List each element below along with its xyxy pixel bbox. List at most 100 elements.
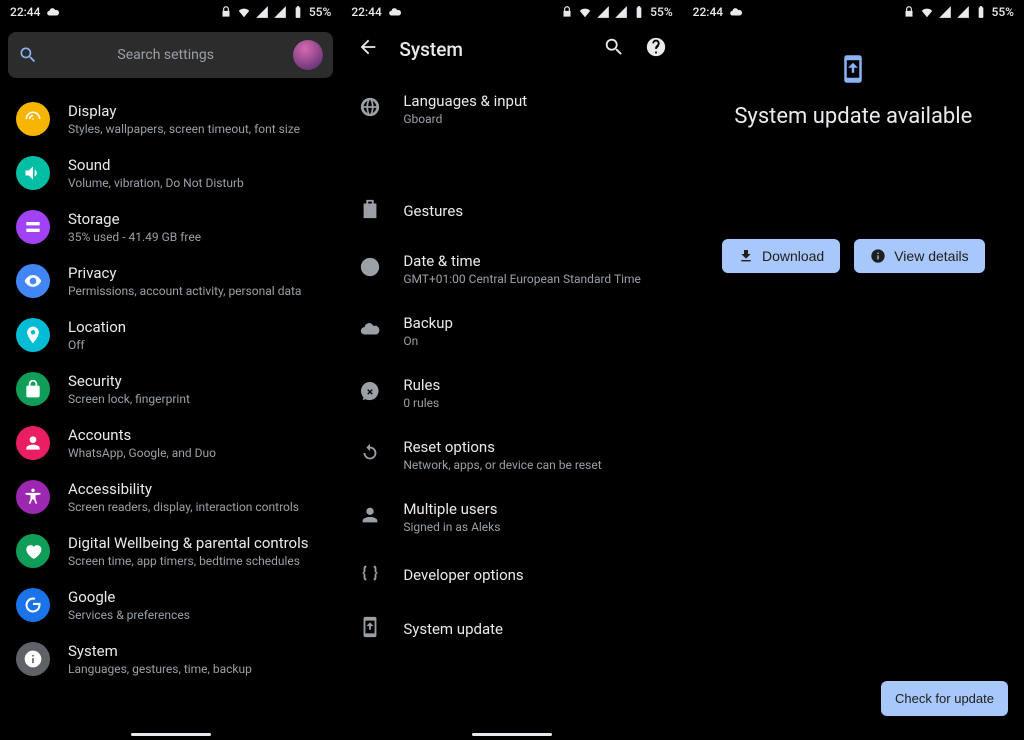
rules-icon xyxy=(359,380,381,406)
system-item-clock[interactable]: Date & time GMT+01:00 Central European St… xyxy=(341,238,682,300)
settings-item-subtitle: WhatsApp, Google, and Duo xyxy=(68,446,325,460)
status-time: 22:44 xyxy=(351,5,381,19)
settings-item-texts: Security Screen lock, fingerprint xyxy=(68,372,325,406)
appbar: System xyxy=(341,24,682,74)
settings-item-sound[interactable]: SoundVolume, vibration, Do Not Disturb xyxy=(0,146,341,200)
settings-item-location[interactable]: LocationOff xyxy=(0,308,341,362)
system-item-subtitle: Network, apps, or device can be reset xyxy=(403,458,601,472)
system-item-gestures[interactable]: Gestures xyxy=(341,184,682,238)
settings-item-accessibility[interactable]: AccessibilityScreen readers, display, in… xyxy=(0,470,341,524)
sound-icon xyxy=(16,156,50,190)
system-item-subtitle: On xyxy=(403,334,453,348)
settings-item-texts: LocationOff xyxy=(68,318,325,352)
cloud-icon xyxy=(729,5,743,19)
settings-item-title: Security xyxy=(68,372,325,390)
status-battery: 55% xyxy=(309,5,331,19)
system-item-title: Languages & input xyxy=(403,92,527,110)
settings-item-subtitle: Screen readers, display, interaction con… xyxy=(68,500,325,514)
signal-icon xyxy=(255,5,269,19)
system-settings-pane: 22:44 55% System Languages & input Gboard… xyxy=(341,0,682,740)
download-label: Download xyxy=(762,248,824,264)
system-item-subtitle: 0 rules xyxy=(403,396,440,410)
system-item-braces[interactable]: Developer options xyxy=(341,548,682,602)
system-item-subtitle: Gboard xyxy=(403,112,527,126)
status-battery: 55% xyxy=(650,5,672,19)
system-update-icon xyxy=(838,54,868,88)
vpn-icon xyxy=(219,5,233,19)
settings-item-texts: Accounts WhatsApp, Google, and Duo xyxy=(68,426,325,460)
system-item-subtitle: GMT+01:00 Central European Standard Time xyxy=(403,272,641,286)
system-item-texts: Date & time GMT+01:00 Central European St… xyxy=(403,252,641,286)
settings-list: DisplayStyles, wallpapers, screen timeou… xyxy=(0,86,341,692)
nav-pill[interactable] xyxy=(472,733,552,736)
settings-item-subtitle: Styles, wallpapers, screen timeout, font… xyxy=(68,122,325,136)
system-item-title: Backup xyxy=(403,314,453,332)
search-button[interactable] xyxy=(603,36,625,62)
system-item-update[interactable]: System update xyxy=(341,602,682,656)
info-icon xyxy=(870,248,886,264)
system-list: Languages & input Gboard Gestures Date & ti… xyxy=(341,74,682,660)
clock-icon xyxy=(359,256,381,282)
security-icon xyxy=(16,372,50,406)
system-item-title: Multiple users xyxy=(403,500,500,518)
search-icon xyxy=(603,36,625,58)
system-icon xyxy=(16,642,50,676)
system-item-user[interactable]: Multiple usersSigned in as Aleks xyxy=(341,486,682,548)
system-item-rules[interactable]: Rules0 rules xyxy=(341,362,682,424)
settings-item-texts: Storage 35% used - 41.49 GB free xyxy=(68,210,325,244)
cloud-icon xyxy=(359,318,381,344)
settings-item-title: Google xyxy=(68,588,325,606)
signal-icon xyxy=(956,5,970,19)
signal-icon xyxy=(938,5,952,19)
settings-item-texts: PrivacyPermissions, account activity, pe… xyxy=(68,264,325,298)
view-details-label: View details xyxy=(894,248,968,264)
check-for-update-button[interactable]: Check for update xyxy=(881,681,1008,716)
settings-item-display[interactable]: DisplayStyles, wallpapers, screen timeou… xyxy=(0,92,341,146)
settings-item-texts: DisplayStyles, wallpapers, screen timeou… xyxy=(68,102,325,136)
vpn-icon xyxy=(902,5,916,19)
settings-item-title: Location xyxy=(68,318,325,336)
search-settings-input[interactable]: Search settings xyxy=(8,32,333,78)
system-item-texts: Multiple usersSigned in as Aleks xyxy=(403,500,500,534)
settings-item-texts: AccessibilityScreen readers, display, in… xyxy=(68,480,325,514)
settings-item-google[interactable]: Google Services & preferences xyxy=(0,578,341,632)
arrow-back-icon xyxy=(357,36,379,58)
battery-icon xyxy=(974,5,988,19)
settings-item-storage[interactable]: Storage 35% used - 41.49 GB free xyxy=(0,200,341,254)
settings-item-subtitle: Services & preferences xyxy=(68,608,325,622)
system-item-language[interactable]: Languages & input Gboard xyxy=(341,78,682,140)
system-item-title: Date & time xyxy=(403,252,641,270)
settings-item-wellbeing[interactable]: Digital Wellbeing & parental controlsScr… xyxy=(0,524,341,578)
settings-item-security[interactable]: Security Screen lock, fingerprint xyxy=(0,362,341,416)
settings-item-texts: SoundVolume, vibration, Do Not Disturb xyxy=(68,156,325,190)
location-icon xyxy=(16,318,50,352)
system-item-reset[interactable]: Reset options Network, apps, or device ca… xyxy=(341,424,682,486)
system-update-pane: 22:44 55% System update available Downlo… xyxy=(683,0,1024,740)
settings-item-system[interactable]: SystemLanguages, gestures, time, backup xyxy=(0,632,341,686)
battery-icon xyxy=(632,5,646,19)
status-battery: 55% xyxy=(992,5,1014,19)
view-details-button[interactable]: View details xyxy=(854,239,984,273)
reset-icon xyxy=(359,442,381,468)
system-item-cloud[interactable]: Backup On xyxy=(341,300,682,362)
user-icon xyxy=(359,504,381,530)
status-bar: 22:44 55% xyxy=(0,0,341,24)
download-button[interactable]: Download xyxy=(722,239,840,273)
wellbeing-icon xyxy=(16,534,50,568)
account-avatar[interactable] xyxy=(293,40,323,70)
settings-item-title: Accounts xyxy=(68,426,325,444)
accounts-icon xyxy=(16,426,50,460)
wifi-icon xyxy=(578,5,592,19)
settings-item-subtitle: Screen lock, fingerprint xyxy=(68,392,325,406)
help-button[interactable] xyxy=(645,36,667,62)
settings-item-texts: Google Services & preferences xyxy=(68,588,325,622)
system-item-title: Reset options xyxy=(403,438,601,456)
settings-item-title: Storage xyxy=(68,210,325,228)
nav-pill[interactable] xyxy=(131,733,211,736)
settings-item-accounts[interactable]: Accounts WhatsApp, Google, and Duo xyxy=(0,416,341,470)
settings-item-subtitle: 35% used - 41.49 GB free xyxy=(68,230,325,244)
back-button[interactable] xyxy=(357,36,379,62)
signal-icon xyxy=(273,5,287,19)
gestures-icon xyxy=(359,198,381,224)
settings-item-privacy[interactable]: PrivacyPermissions, account activity, pe… xyxy=(0,254,341,308)
